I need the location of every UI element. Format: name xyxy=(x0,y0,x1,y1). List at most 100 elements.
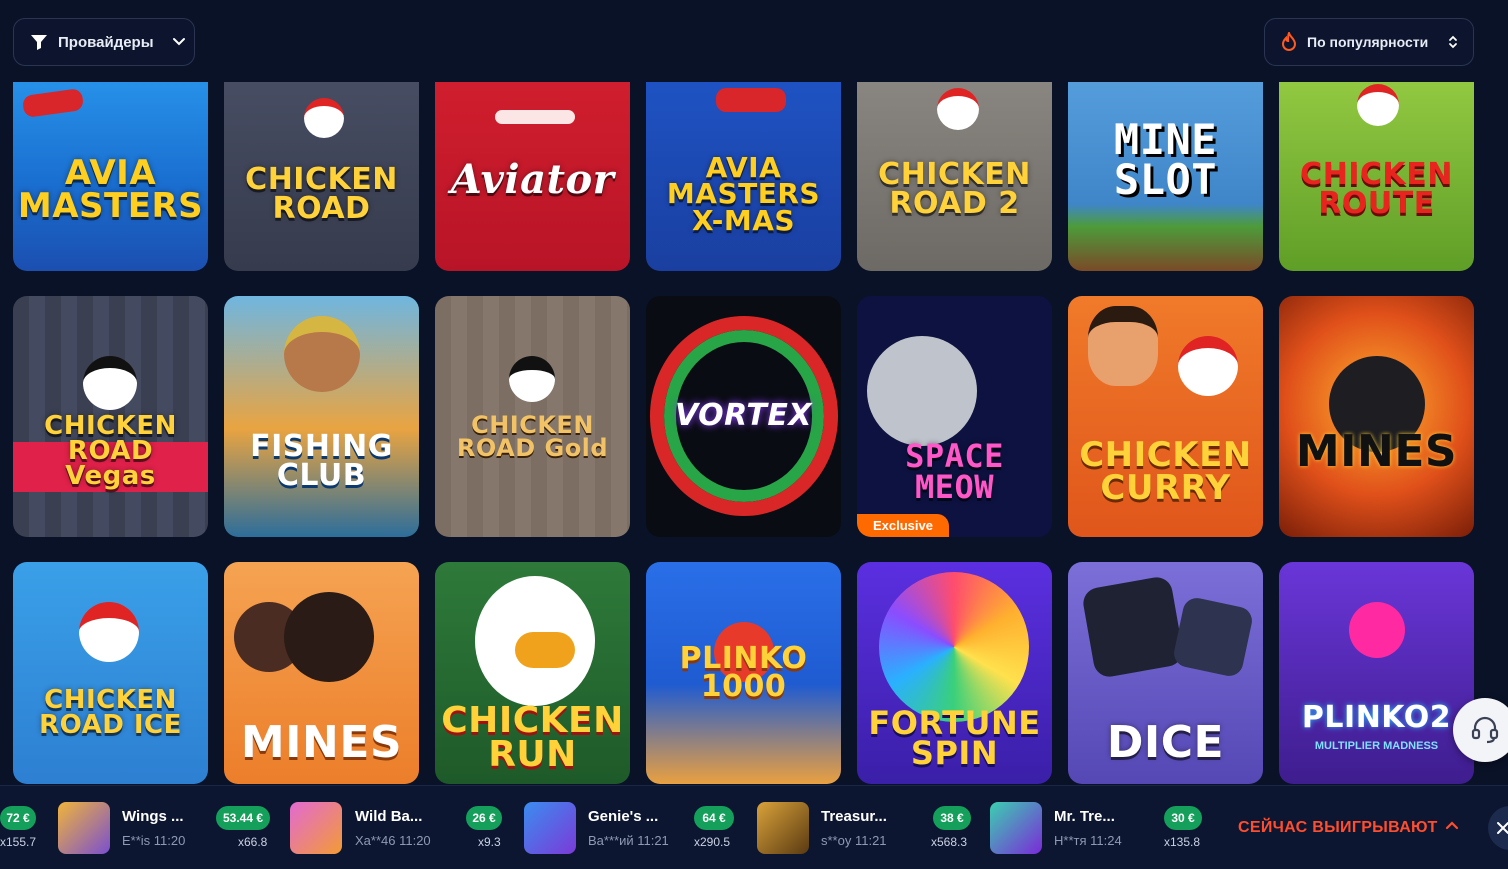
game-title: CHICKEN CURRY xyxy=(1079,435,1252,508)
sort-updown-icon xyxy=(1448,34,1458,50)
headset-icon xyxy=(1470,715,1500,745)
win-amount-badge: 53.44 € xyxy=(216,806,270,830)
win-multiplier: x155.7 xyxy=(0,835,37,849)
win-game-name: Wings ... xyxy=(122,808,184,825)
chef-icon xyxy=(1088,306,1158,386)
chicken-icon xyxy=(304,98,344,138)
close-ticker-button[interactable] xyxy=(1488,806,1508,850)
win-multiplier: x290.5 xyxy=(694,835,731,849)
filter-icon xyxy=(30,33,48,51)
flame-icon xyxy=(1281,32,1297,52)
game-thumbnail xyxy=(58,802,110,854)
chicken-icon xyxy=(1357,84,1399,126)
live-winners-bar: 72 € x155.7 Wings ... E**is 11:20 53.44 … xyxy=(0,785,1508,869)
game-subtitle: MULTIPLIER MADNESS xyxy=(1314,740,1439,753)
game-tile[interactable]: CHICKEN ROAD Vegas xyxy=(13,296,208,537)
win-user-time: Ва***ий 11:21 xyxy=(588,833,669,848)
win-game-name: Mr. Tre... xyxy=(1054,808,1115,825)
win-user-time: s**oy 11:21 xyxy=(821,833,887,848)
winner-item[interactable]: Mr. Tre... Н**тя 11:24 30 € x135.8 xyxy=(990,786,1212,869)
live-winners-label[interactable]: СЕЙЧАС ВЫИГРЫВАЮТ xyxy=(1238,819,1438,837)
beak-shape xyxy=(515,632,575,668)
sort-dropdown[interactable]: По популярности xyxy=(1264,18,1474,66)
game-title: CHICKEN ROAD xyxy=(245,162,398,226)
game-title: CHICKEN RUN xyxy=(441,699,624,775)
chicken-icon xyxy=(937,88,979,130)
win-user-time: Н**тя 11:24 xyxy=(1054,833,1122,848)
providers-filter-label: Провайдеры xyxy=(58,33,154,51)
plane-icon xyxy=(21,87,85,119)
win-game-name: Treasur... xyxy=(821,808,887,825)
game-title: AVIA MASTERS xyxy=(17,153,204,226)
game-tile[interactable]: PLINKO2 MULTIPLIER MADNESS xyxy=(1279,562,1474,784)
game-title: CHICKEN ROAD 2 xyxy=(878,157,1031,221)
win-multiplier: x135.8 xyxy=(1164,835,1201,849)
plane-icon xyxy=(495,110,575,124)
game-tile[interactable]: SPACE MEOW Exclusive xyxy=(857,296,1052,537)
bomb-icon xyxy=(284,592,374,682)
game-tile[interactable]: CHICKEN RUN xyxy=(435,562,630,784)
game-title: CHICKEN ROUTE xyxy=(1300,157,1453,221)
filter-bar: Провайдеры По популярности xyxy=(0,0,1508,82)
game-title: VORTEX xyxy=(674,398,813,434)
win-amount-badge: 72 € xyxy=(0,806,36,830)
win-game-name: Wild Ba... xyxy=(355,808,423,825)
win-amount-badge: 64 € xyxy=(694,806,734,830)
chicken-icon xyxy=(509,356,555,402)
game-title: PLINKO 1000 xyxy=(679,640,808,704)
game-title: MINE SLOT xyxy=(1113,114,1218,204)
game-thumbnail xyxy=(990,802,1042,854)
game-thumbnail xyxy=(757,802,809,854)
win-amount-badge: 26 € xyxy=(466,806,502,830)
game-title: FORTUNE SPIN xyxy=(868,703,1041,772)
providers-filter-button[interactable]: Провайдеры xyxy=(13,18,195,66)
game-tile[interactable]: CHICKEN CURRY xyxy=(1068,296,1263,537)
chicken-icon xyxy=(1178,336,1238,396)
dice-icon xyxy=(1080,574,1186,680)
dice-icon xyxy=(1171,595,1255,679)
winner-item[interactable]: Treasur... s**oy 11:21 38 € x568.3 xyxy=(757,786,979,869)
close-icon xyxy=(1496,821,1508,835)
chevron-down-icon xyxy=(172,37,186,47)
game-title: FISHING CLUB xyxy=(250,429,393,493)
winner-item[interactable]: 72 € x155.7 xyxy=(0,786,50,869)
game-tile[interactable]: CHICKEN ROAD Gold xyxy=(435,296,630,537)
game-tile[interactable]: VORTEX xyxy=(646,296,841,537)
game-title: CHICKEN ROAD Gold xyxy=(456,410,609,462)
game-title: DICE xyxy=(1106,717,1225,769)
winner-item[interactable]: Genie's ... Ва***ий 11:21 64 € x290.5 xyxy=(524,786,746,869)
game-thumbnail xyxy=(290,802,342,854)
sort-dropdown-label: По популярности xyxy=(1307,34,1429,50)
win-user-time: Xa**46 11:20 xyxy=(355,833,431,848)
game-tile[interactable]: FORTUNE SPIN xyxy=(857,562,1052,784)
game-tile[interactable]: CHICKEN ROAD ICE xyxy=(13,562,208,784)
game-title: AVIA MASTERS X-MAS xyxy=(666,150,821,237)
winner-item[interactable]: Wild Ba... Xa**46 11:20 26 € x9.3 xyxy=(290,786,512,869)
santa-chicken-icon xyxy=(79,602,139,662)
game-tile[interactable]: MINES xyxy=(224,562,419,784)
support-button[interactable] xyxy=(1453,698,1508,762)
chevron-up-icon[interactable] xyxy=(1444,818,1460,836)
game-title: SPACE MEOW xyxy=(905,437,1004,506)
win-user-time: E**is 11:20 xyxy=(122,833,186,848)
win-multiplier: x66.8 xyxy=(238,835,268,849)
game-tile[interactable]: FISHING CLUB xyxy=(224,296,419,537)
game-tile[interactable]: MINES xyxy=(1279,296,1474,537)
game-thumbnail xyxy=(524,802,576,854)
chicken-icon xyxy=(83,356,137,410)
ball-icon xyxy=(1349,602,1405,658)
win-amount-badge: 38 € xyxy=(933,806,971,830)
win-game-name: Genie's ... xyxy=(588,808,659,825)
win-multiplier: x9.3 xyxy=(478,835,501,849)
exclusive-badge: Exclusive xyxy=(857,514,949,537)
game-tile[interactable]: DICE xyxy=(1068,562,1263,784)
game-title: MINES xyxy=(1295,425,1458,477)
winner-item[interactable]: Wings ... E**is 11:20 53.44 € x66.8 xyxy=(58,786,280,869)
game-tile[interactable]: PLINKO 1000 xyxy=(646,562,841,784)
win-amount-badge: 30 € xyxy=(1164,806,1202,830)
game-title: CHICKEN ROAD ICE xyxy=(39,685,182,740)
game-title: PLINKO2 xyxy=(1301,699,1452,735)
game-title: Aviator xyxy=(450,155,615,203)
sleigh-icon xyxy=(716,88,786,112)
game-title: CHICKEN ROAD Vegas xyxy=(44,411,177,491)
